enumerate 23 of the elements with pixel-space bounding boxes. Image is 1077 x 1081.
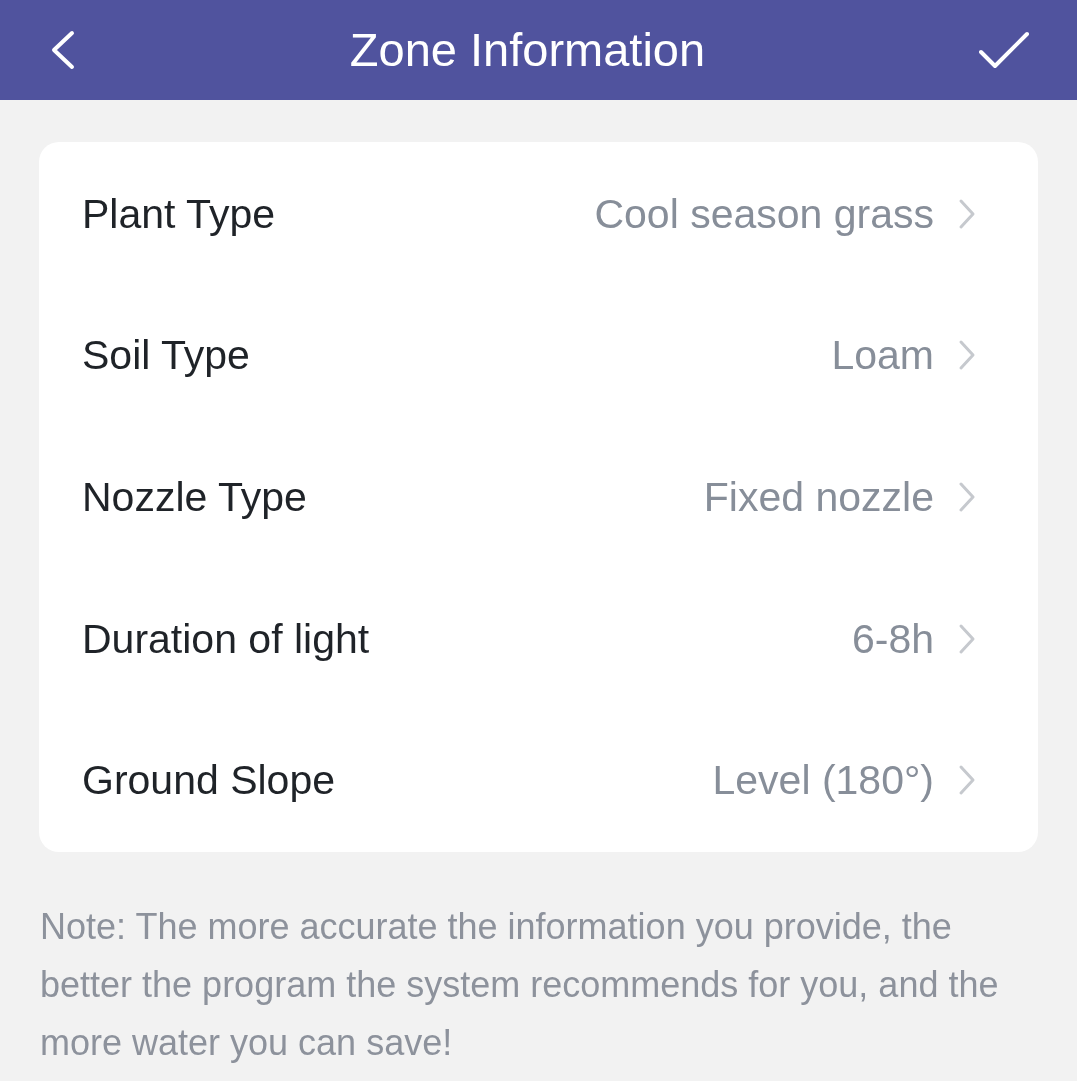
setting-label: Soil Type xyxy=(82,331,250,381)
settings-row[interactable]: Soil Type Loam xyxy=(39,284,1038,427)
chevron-right-icon xyxy=(958,481,976,513)
settings-row[interactable]: Plant Type Cool season grass xyxy=(39,143,1038,285)
settings-row[interactable]: Nozzle Type Fixed nozzle xyxy=(39,426,1038,568)
setting-label: Nozzle Type xyxy=(82,473,307,522)
settings-row[interactable]: Duration of light 6-8h xyxy=(39,567,1038,710)
setting-label: Plant Type xyxy=(82,189,275,239)
chevron-right-icon xyxy=(958,197,976,230)
setting-value: Cool season grass xyxy=(594,189,934,239)
setting-value: Fixed nozzle xyxy=(703,473,934,522)
setting-label: Duration of light xyxy=(82,614,370,664)
chevron-right-icon xyxy=(958,764,976,797)
settings-row[interactable]: Ground Slope Level (180°) xyxy=(39,709,1038,851)
chevron-right-icon xyxy=(958,622,976,655)
check-icon[interactable] xyxy=(979,30,1029,70)
note-text: Note: The more accurate the information you provide, the better the program the system recommends for you, and the more water you can save! xyxy=(40,904,1000,1065)
setting-value: Loam xyxy=(831,331,934,381)
window-title: Zone Information xyxy=(349,22,706,78)
setting-value: 6-8h xyxy=(851,614,934,664)
setting-label: Ground Slope xyxy=(82,756,335,806)
chevron-right-icon xyxy=(958,339,976,372)
setting-value: Level (180°) xyxy=(712,756,934,806)
